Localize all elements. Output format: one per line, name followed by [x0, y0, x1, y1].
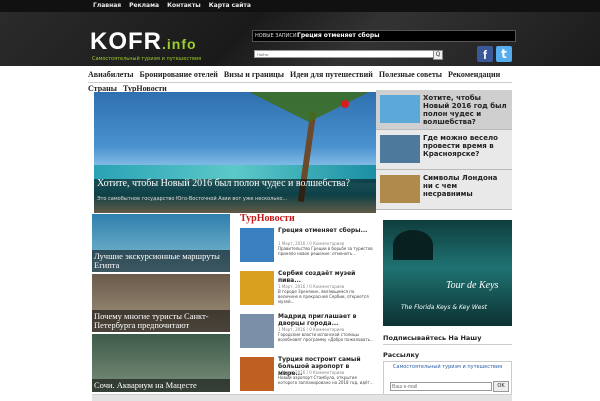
top-nav: Главная Реклама Контакты Карта сайта	[0, 0, 600, 12]
subscribe-rss: Рассылку	[383, 351, 420, 359]
slider-nav-title: Хотите, чтобы Новый 2016 год был полон ч…	[423, 94, 507, 126]
slider-nav-item[interactable]: Хотите, чтобы Новый 2016 год был полон ч…	[376, 90, 512, 130]
hero-ornament	[341, 100, 349, 108]
nav-tips[interactable]: Полезные советы	[379, 68, 442, 82]
nav-ideas[interactable]: Идеи для путешествий	[290, 68, 373, 82]
slider-nav-title: Символы Лондона ни с чем несравнимы	[423, 174, 498, 198]
site-header: KOFR.info Самостоятельный туризм и путеш…	[0, 12, 600, 66]
slider-nav-title: Где можно весело провести время в Красно…	[423, 134, 498, 158]
topnav-sitemap-link[interactable]: Карта сайта	[209, 0, 251, 12]
news-thumb	[240, 357, 274, 391]
slider-thumb	[380, 175, 420, 203]
email-field[interactable]	[390, 382, 492, 391]
subscribe-panel: Самостоятельный туризм и путешествия OK	[383, 361, 512, 395]
news-desc: Правительство Греции в борьбе за туристо…	[278, 246, 373, 256]
subscribe-title: Самостоятельный туризм и путешествия	[392, 364, 503, 370]
news-list: ТурНовости Греция отменяет сборы... 1 Ма…	[238, 214, 376, 396]
topnav-contacts-link[interactable]: Контакты	[167, 0, 201, 12]
news-title[interactable]: Сербия создаёт музей пива...	[278, 270, 374, 284]
news-item[interactable]: Турция построит самый большой аэропорт в…	[238, 354, 376, 396]
hero-palm-leaves	[249, 92, 369, 122]
new-posts-ticker: НОВЫЕ ЗАПИСИ Греция отменяет сборы	[252, 30, 516, 42]
slider-nav-list: Хотите, чтобы Новый 2016 год был полон ч…	[376, 90, 512, 210]
tile-caption: Почему многие туристы Санкт-Петербурга п…	[92, 310, 230, 332]
news-thumb	[240, 314, 274, 348]
slider-nav-item[interactable]: Где можно весело провести время в Красно…	[376, 130, 512, 170]
news-item[interactable]: Греция отменяет сборы... 1 Март, 2016 / …	[238, 225, 376, 267]
subscribe-widget: Подписывайтесь На Нашу Рассылку Самостоя…	[383, 332, 512, 395]
news-title[interactable]: Греция отменяет сборы...	[278, 227, 374, 234]
logo-main: KOFR	[90, 28, 162, 55]
ad-banner[interactable]: Tour de Keys The Florida Keys & Key West	[383, 220, 512, 326]
news-heading: ТурНовости	[240, 213, 295, 224]
nav-hotels[interactable]: Бронирование отелей	[140, 68, 218, 82]
hero-slider[interactable]: Хотите, чтобы Новый 2016 был полон чудес…	[94, 92, 376, 213]
news-thumb	[240, 228, 274, 262]
news-title[interactable]: Мадрид приглашает в дворцы города...	[278, 313, 374, 327]
featured-tile[interactable]: Сочи. Аквариум на Мацесте	[92, 334, 230, 392]
featured-grid: Лучшие экскурсионные маршруты Египта Поч…	[92, 214, 230, 394]
tile-caption: Лучшие экскурсионные маршруты Египта	[92, 250, 230, 272]
slider-thumb	[380, 135, 420, 163]
tile-caption: Сочи. Аквариум на Мацесте	[92, 379, 230, 392]
news-item[interactable]: Мадрид приглашает в дворцы города... 1 М…	[238, 311, 376, 353]
twitter-icon[interactable]: t	[496, 46, 512, 62]
logo-suffix: .info	[162, 36, 197, 52]
main-nav: Авиабилеты Бронирование отелей Визы и гр…	[88, 68, 512, 83]
nav-visas[interactable]: Визы и границы	[224, 68, 284, 82]
ad-palm	[393, 230, 433, 260]
news-item[interactable]: Сербия создаёт музей пива... 1 Март, 201…	[238, 268, 376, 310]
ticker-label: НОВЫЕ ЗАПИСИ	[255, 33, 297, 39]
featured-tile[interactable]: Почему многие туристы Санкт-Петербурга п…	[92, 274, 230, 332]
nav-recommendations[interactable]: Рекомендации	[448, 68, 500, 82]
topnav-home-link[interactable]: Главная	[93, 0, 121, 12]
news-desc: Городские власти испанской столицы возоб…	[278, 332, 374, 342]
slider-thumb	[380, 95, 420, 123]
nav-flights[interactable]: Авиабилеты	[88, 68, 134, 82]
facebook-icon[interactable]: f	[477, 46, 493, 62]
news-desc: Новый аэропорт Стамбула, открытие которо…	[278, 375, 374, 385]
subscribe-button[interactable]: OK	[493, 381, 509, 392]
search-icon[interactable]: Q	[433, 50, 443, 60]
hero-desc: Это самобытное государство Юго-Восточной…	[97, 196, 288, 202]
news-desc: В городе Зренянин, являющемся по величин…	[278, 289, 369, 304]
news-thumb	[240, 271, 274, 305]
site-tagline: Самостоятельный туризм и путешествия	[92, 56, 202, 62]
ad-brand: The Florida Keys & Key West	[401, 304, 487, 311]
search-input[interactable]	[254, 50, 436, 58]
featured-tile[interactable]: Лучшие экскурсионные маршруты Египта	[92, 214, 230, 272]
ticker-text[interactable]: Греция отменяет сборы	[297, 31, 380, 41]
hero-title[interactable]: Хотите, чтобы Новый 2016 был полон чудес…	[97, 178, 350, 189]
site-logo[interactable]: KOFR.info	[90, 28, 197, 56]
slider-nav-item[interactable]: Символы Лондона ни с чем несравнимы	[376, 170, 512, 210]
ad-headline: Tour de Keys	[446, 280, 499, 291]
subscribe-heading: Подписывайтесь На Нашу	[383, 332, 512, 345]
topnav-ads-link[interactable]: Реклама	[129, 0, 159, 12]
